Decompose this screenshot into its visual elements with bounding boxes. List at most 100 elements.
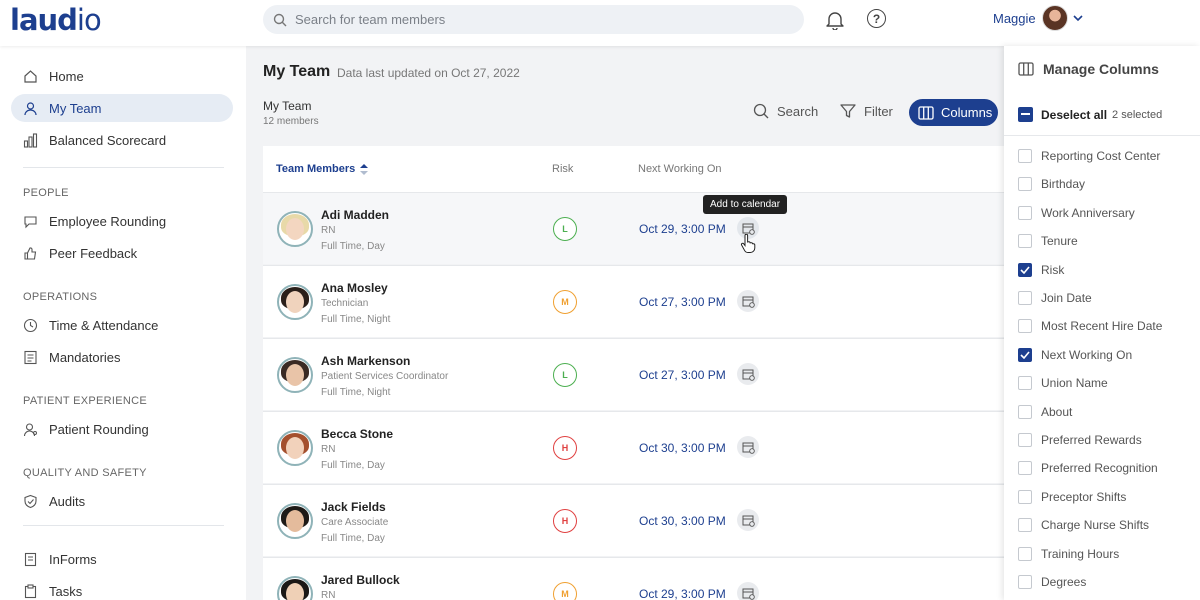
search-button[interactable]: Search bbox=[753, 103, 818, 119]
column-option[interactable]: Training Hours bbox=[1018, 546, 1119, 561]
column-header-risk[interactable]: Risk bbox=[552, 163, 573, 175]
user-avatar bbox=[1041, 5, 1068, 31]
calendar-add-icon bbox=[742, 442, 755, 454]
checkbox-checked[interactable] bbox=[1018, 262, 1032, 277]
sidebar-item-home[interactable]: Home bbox=[11, 62, 233, 90]
checkbox[interactable] bbox=[1018, 376, 1032, 391]
manage-columns-panel: Manage Columns Deselect all 2 selected R… bbox=[1004, 46, 1200, 600]
logo-light-text: io bbox=[76, 3, 102, 37]
column-option[interactable]: Risk bbox=[1018, 262, 1064, 277]
sidebar-divider bbox=[23, 525, 224, 526]
member-name[interactable]: Jack Fields bbox=[321, 500, 386, 514]
column-option-label: Next Working On bbox=[1041, 347, 1133, 362]
column-option[interactable]: Degrees bbox=[1018, 575, 1086, 589]
checkbox[interactable] bbox=[1018, 319, 1032, 334]
bell-icon[interactable] bbox=[826, 10, 844, 30]
sidebar-item-time-attendance[interactable]: Time & Attendance bbox=[11, 311, 233, 339]
checkbox[interactable] bbox=[1018, 177, 1032, 192]
sidebar-item-audits[interactable]: Audits bbox=[11, 487, 233, 515]
column-option[interactable]: Most Recent Hire Date bbox=[1018, 319, 1162, 334]
column-option[interactable]: Next Working On bbox=[1018, 347, 1133, 362]
table-row[interactable]: Jared Bullock RN M Oct 29, 3:00 PM bbox=[263, 557, 1004, 600]
column-option[interactable]: Preferred Recognition bbox=[1018, 461, 1158, 476]
member-shift: Full Time, Night bbox=[321, 387, 391, 398]
checkbox[interactable] bbox=[1018, 461, 1032, 476]
add-to-calendar-button[interactable] bbox=[737, 436, 759, 458]
sidebar-item-patient-rounding[interactable]: Patient Rounding bbox=[11, 415, 233, 443]
risk-badge: L bbox=[553, 217, 577, 241]
column-option-label: Reporting Cost Center bbox=[1041, 149, 1161, 163]
add-to-calendar-button[interactable] bbox=[737, 509, 759, 531]
column-header-team-members[interactable]: Team Members bbox=[276, 163, 369, 175]
add-to-calendar-button[interactable] bbox=[737, 582, 759, 600]
member-shift: Full Time, Day bbox=[321, 460, 385, 471]
member-name[interactable]: Ash Markenson bbox=[321, 354, 410, 368]
panel-title: Manage Columns bbox=[1018, 61, 1159, 77]
member-name[interactable]: Ana Mosley bbox=[321, 281, 388, 295]
member-role: Technician bbox=[321, 298, 369, 309]
column-option[interactable]: Join Date bbox=[1018, 291, 1092, 305]
sidebar-item-label: InForms bbox=[49, 551, 97, 567]
search-bar[interactable] bbox=[263, 5, 804, 34]
search-icon bbox=[273, 13, 287, 26]
next-working-date: Oct 30, 3:00 PM bbox=[639, 514, 726, 528]
table-row[interactable]: Ash Markenson Patient Services Coordinat… bbox=[263, 338, 1004, 410]
laudio-logo[interactable]: laudio bbox=[10, 3, 102, 37]
sidebar-item-mandatories[interactable]: Mandatories bbox=[11, 343, 233, 371]
member-name[interactable]: Jared Bullock bbox=[321, 573, 400, 587]
checkbox[interactable] bbox=[1018, 518, 1032, 533]
add-to-calendar-tooltip: Add to calendar bbox=[703, 195, 788, 214]
sidebar-item-employee-rounding[interactable]: Employee Rounding bbox=[11, 207, 233, 235]
checkbox[interactable] bbox=[1018, 149, 1032, 163]
sidebar-item-informs[interactable]: InForms bbox=[11, 545, 233, 573]
checkbox[interactable] bbox=[1018, 575, 1032, 589]
add-to-calendar-button[interactable] bbox=[737, 290, 759, 312]
sort-icon bbox=[360, 163, 369, 175]
column-option[interactable]: Work Anniversary bbox=[1018, 205, 1135, 220]
deselect-all-toggle[interactable]: Deselect all 2 selected bbox=[1018, 107, 1162, 122]
next-working-date: Oct 30, 3:00 PM bbox=[639, 441, 726, 455]
clipboard-icon bbox=[22, 583, 38, 599]
table-row[interactable]: Ana Mosley Technician Full Time, Night M… bbox=[263, 265, 1004, 337]
filter-button[interactable]: Filter bbox=[840, 103, 893, 119]
checkbox[interactable] bbox=[1018, 546, 1032, 561]
table-row[interactable]: Adi Madden RN Full Time, Day L Oct 29, 3… bbox=[263, 192, 1004, 264]
column-option[interactable]: Preferred Rewards bbox=[1018, 433, 1142, 447]
sidebar-item-my-team[interactable]: My Team bbox=[11, 94, 233, 122]
column-option[interactable]: Birthday bbox=[1018, 177, 1085, 192]
user-menu[interactable]: Maggie bbox=[993, 5, 1083, 31]
column-option-label: Charge Nurse Shifts bbox=[1041, 518, 1150, 533]
deselect-checkbox[interactable] bbox=[1018, 107, 1033, 122]
add-to-calendar-button[interactable] bbox=[737, 363, 759, 385]
team-count: 12 members bbox=[263, 116, 319, 127]
member-name[interactable]: Becca Stone bbox=[321, 427, 393, 441]
risk-badge: L bbox=[553, 363, 577, 387]
checkbox[interactable] bbox=[1018, 234, 1032, 249]
column-option[interactable]: About bbox=[1018, 404, 1072, 419]
help-icon[interactable]: ? bbox=[867, 9, 886, 28]
column-header-next-working-on[interactable]: Next Working On bbox=[638, 163, 722, 175]
column-option[interactable]: Union Name bbox=[1018, 376, 1108, 391]
sidebar-item-label: Tasks bbox=[49, 583, 83, 599]
checkbox[interactable] bbox=[1018, 489, 1032, 504]
member-name[interactable]: Adi Madden bbox=[321, 208, 389, 222]
column-option-label: Union Name bbox=[1041, 376, 1108, 391]
column-option[interactable]: Preceptor Shifts bbox=[1018, 489, 1126, 504]
checkbox[interactable] bbox=[1018, 404, 1032, 419]
checkbox-checked[interactable] bbox=[1018, 347, 1032, 362]
checkbox[interactable] bbox=[1018, 433, 1032, 447]
sidebar-item-label: Audits bbox=[49, 493, 86, 509]
sidebar-item-balanced-scorecard[interactable]: Balanced Scorecard bbox=[11, 126, 233, 154]
column-option[interactable]: Tenure bbox=[1018, 234, 1078, 249]
column-option[interactable]: Charge Nurse Shifts bbox=[1018, 518, 1150, 533]
search-input[interactable] bbox=[295, 12, 775, 27]
sidebar-item-tasks[interactable]: Tasks bbox=[11, 577, 233, 600]
columns-button[interactable]: Columns bbox=[909, 99, 998, 126]
checkbox[interactable] bbox=[1018, 291, 1032, 305]
table-row[interactable]: Becca Stone RN Full Time, Day H Oct 30, … bbox=[263, 411, 1004, 483]
checkbox[interactable] bbox=[1018, 205, 1032, 220]
table-row[interactable]: Jack Fields Care Associate Full Time, Da… bbox=[263, 484, 1004, 556]
thumbs-up-icon bbox=[22, 245, 38, 261]
column-option[interactable]: Reporting Cost Center bbox=[1018, 149, 1160, 163]
sidebar-item-peer-feedback[interactable]: Peer Feedback bbox=[11, 239, 233, 267]
